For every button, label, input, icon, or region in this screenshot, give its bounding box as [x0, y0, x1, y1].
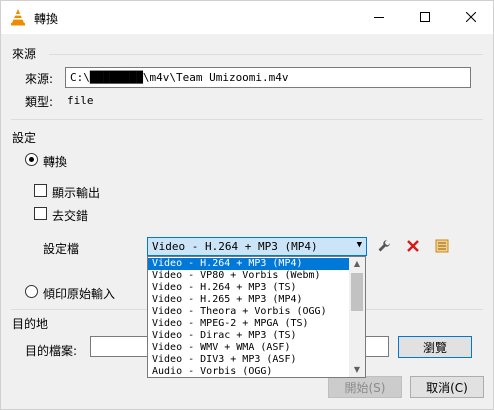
scroll-thumb[interactable] — [351, 273, 363, 311]
profile-option[interactable]: Video - DIV3 + MP3 (ASF) — [148, 354, 350, 366]
dropdown-arrow-icon: ▼ — [356, 240, 362, 250]
dump-raw-input-radio[interactable] — [25, 285, 38, 298]
profile-option[interactable]: Audio - Vorbis (OGG) — [148, 366, 350, 377]
show-output-checkbox[interactable] — [34, 184, 47, 197]
convert-dialog: 轉換 來源 來源: C:\████████\m4v\Team Umizoomi.… — [0, 0, 494, 410]
convert-radio-label: 轉換 — [43, 155, 68, 169]
profile-label: 設定檔 — [43, 242, 80, 256]
window-title: 轉換 — [34, 12, 59, 26]
profile-option[interactable]: Video - Dirac + MP3 (TS) — [148, 330, 350, 342]
deinterlace-checkbox[interactable] — [34, 207, 47, 220]
profile-option[interactable]: Video - Theora + Vorbis (OGG) — [148, 306, 350, 318]
dump-raw-input-label: 傾印原始輸入 — [43, 287, 116, 301]
scroll-down-arrow-icon[interactable]: ▼ — [349, 363, 365, 377]
deinterlace-label: 去交錯 — [52, 209, 89, 223]
minimize-icon — [374, 11, 384, 25]
source-label: 來源: — [25, 72, 54, 86]
maximize-icon — [420, 11, 430, 25]
show-output-label: 顯示輸出 — [52, 186, 101, 200]
profile-option[interactable]: Video - VP80 + Vorbis (Webm) — [148, 270, 350, 282]
type-label: 類型: — [25, 95, 54, 109]
type-value: file — [67, 94, 94, 107]
close-icon — [465, 11, 477, 25]
new-profile-list-icon — [435, 239, 449, 256]
new-profile-button[interactable] — [432, 237, 452, 257]
start-button[interactable]: 開始(S) — [328, 376, 402, 398]
profile-option[interactable]: Video - H.264 + MP3 (MP4) — [148, 258, 350, 270]
destination-section-label: 目的地 — [12, 317, 49, 331]
profile-select[interactable]: Video - H.264 + MP3 (MP4) ▼ — [147, 237, 367, 256]
delete-profile-button[interactable] — [403, 237, 423, 257]
profile-option[interactable]: Video - H.265 + MP3 (MP4) — [148, 294, 350, 306]
profile-dropdown-list[interactable]: Video - H.264 + MP3 (MP4) Video - VP80 + … — [147, 256, 366, 378]
cancel-button[interactable]: 取消(C) — [410, 376, 484, 398]
edit-profile-button[interactable] — [374, 237, 394, 257]
wrench-icon — [377, 239, 391, 256]
profile-option[interactable]: Video - WMV + WMA (ASF) — [148, 342, 350, 354]
source-divider — [49, 54, 483, 55]
profile-selected-value: Video - H.264 + MP3 (MP4) — [152, 240, 318, 253]
convert-radio[interactable] — [25, 153, 38, 166]
settings-section-label: 設定 — [12, 131, 37, 145]
profile-option[interactable]: Video - MPEG-2 + MPGA (TS) — [148, 318, 350, 330]
maximize-button[interactable] — [402, 1, 448, 34]
vlc-cone-icon — [9, 8, 27, 26]
browse-button[interactable]: 瀏覽 — [398, 336, 472, 358]
dropdown-scrollbar[interactable]: ▲ ▼ — [349, 257, 365, 377]
destination-file-label: 目的檔案: — [25, 344, 78, 358]
source-path-field[interactable]: C:\████████\m4v\Team Umizoomi.m4v — [65, 67, 471, 88]
scroll-up-arrow-icon[interactable]: ▲ — [349, 257, 365, 271]
title-bar: 轉換 — [1, 1, 493, 34]
settings-top-divider — [11, 119, 483, 120]
source-section-label: 來源 — [12, 47, 37, 61]
minimize-button[interactable] — [356, 1, 402, 34]
profile-option[interactable]: Video - H.264 + MP3 (TS) — [148, 282, 350, 294]
close-button[interactable] — [448, 1, 494, 34]
delete-x-icon — [406, 239, 420, 256]
